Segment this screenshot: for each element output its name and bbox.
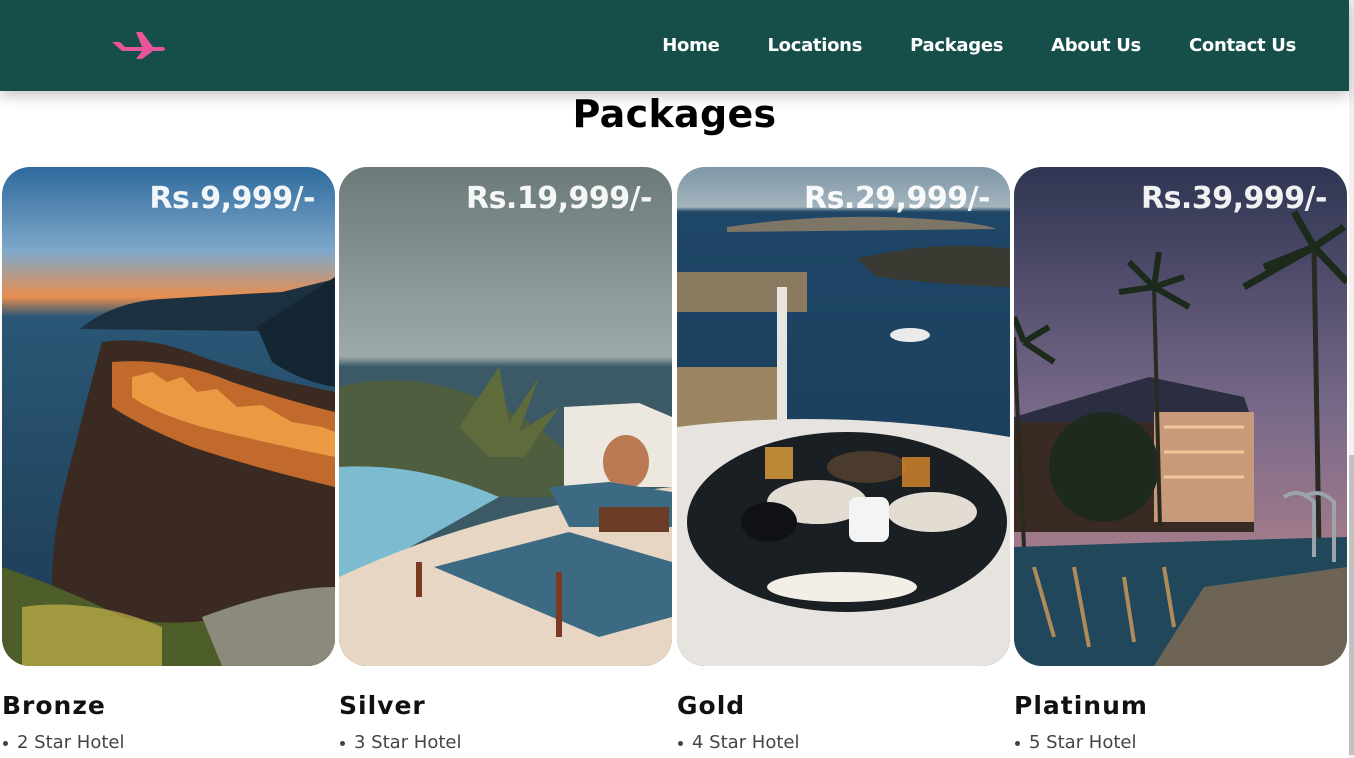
package-tier: Platinum bbox=[1014, 691, 1148, 720]
top-navbar: Home Locations Packages About Us Contact… bbox=[0, 0, 1349, 91]
package-price: Rs.29,999/- bbox=[803, 181, 991, 216]
nav-about-us[interactable]: About Us bbox=[1051, 35, 1141, 56]
package-price: Rs.9,999/- bbox=[149, 181, 315, 216]
package-price: Rs.19,999/- bbox=[465, 181, 653, 216]
package-card-platinum[interactable]: Rs.39,999/- Platinum 5 Star Hotel bbox=[1014, 167, 1349, 753]
package-image[interactable]: Rs.39,999/- bbox=[1014, 167, 1347, 666]
nav-locations[interactable]: Locations bbox=[767, 35, 862, 56]
package-card-bronze[interactable]: Rs.9,999/- Bronze 2 Star Hotel bbox=[2, 167, 337, 753]
package-card-gold[interactable]: Rs.29,999/- Gold 4 Star Hotel bbox=[677, 167, 1012, 753]
package-price: Rs.39,999/- bbox=[1140, 181, 1328, 216]
package-feature: 4 Star Hotel bbox=[678, 732, 800, 753]
airplane-icon[interactable] bbox=[108, 28, 168, 62]
nav-contact-us[interactable]: Contact Us bbox=[1189, 35, 1296, 56]
package-feature: 2 Star Hotel bbox=[3, 732, 125, 753]
package-tier: Silver bbox=[339, 691, 426, 720]
scrollbar[interactable] bbox=[1349, 0, 1354, 758]
package-feature: 5 Star Hotel bbox=[1015, 732, 1137, 753]
package-tier: Gold bbox=[677, 691, 746, 720]
scrollbar-thumb[interactable] bbox=[1349, 455, 1354, 755]
package-image[interactable]: Rs.29,999/- bbox=[677, 167, 1010, 666]
nav-links: Home Locations Packages About Us Contact… bbox=[662, 0, 1296, 91]
nav-home[interactable]: Home bbox=[662, 35, 720, 56]
package-tier: Bronze bbox=[2, 691, 106, 720]
nav-packages[interactable]: Packages bbox=[910, 35, 1003, 56]
package-feature: 3 Star Hotel bbox=[340, 732, 462, 753]
package-image[interactable]: Rs.19,999/- bbox=[339, 167, 672, 666]
page-title: Packages bbox=[572, 92, 777, 136]
package-image[interactable]: Rs.9,999/- bbox=[2, 167, 335, 666]
package-card-silver[interactable]: Rs.19,999/- Silver 3 Star Hotel bbox=[339, 167, 674, 753]
